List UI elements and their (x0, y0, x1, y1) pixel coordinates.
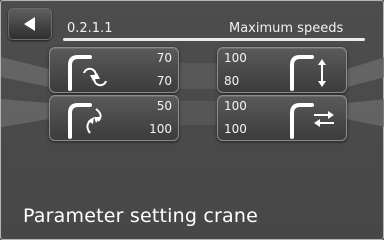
fold-max-speed-lower: 100 (149, 122, 172, 136)
luff-max-speed-upper: 100 (224, 51, 247, 65)
slew-max-speed-upper: 70 (156, 51, 172, 65)
crane-slew-icon (60, 51, 120, 91)
page-title: Maximum speeds (229, 21, 344, 36)
param-card-slew[interactable]: 70 70 (49, 47, 179, 93)
telescope-max-speed-lower: 100 (224, 122, 247, 136)
crane-luff-icon (282, 51, 342, 91)
back-triangle-icon (24, 17, 35, 31)
crane-telescope-icon (282, 99, 342, 139)
slew-max-speed-lower: 70 (156, 74, 172, 88)
telescope-max-speed-upper: 100 (224, 99, 247, 113)
header-divider (63, 38, 365, 41)
crane-display-screen: 0.2.1.1 Maximum speeds 70 70 100 80 50 1… (0, 0, 384, 240)
page-label: Parameter setting crane (23, 205, 259, 227)
fold-max-speed-upper: 50 (156, 99, 172, 113)
menu-code: 0.2.1.1 (67, 21, 113, 36)
param-card-luff[interactable]: 100 80 (217, 47, 347, 93)
param-card-fold[interactable]: 50 100 (49, 95, 179, 141)
crane-fold-icon (60, 99, 120, 139)
back-button[interactable] (8, 8, 52, 40)
luff-max-speed-lower: 80 (224, 74, 240, 88)
param-card-telescope[interactable]: 100 100 (217, 95, 347, 141)
